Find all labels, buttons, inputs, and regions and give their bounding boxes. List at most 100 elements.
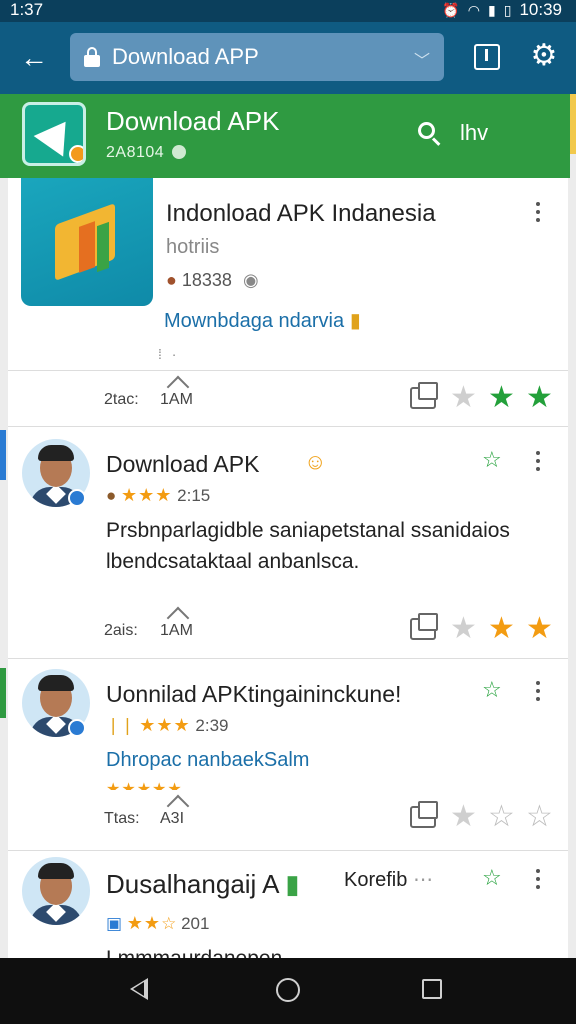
star-icon[interactable]: ★ [488, 381, 515, 415]
info-dot-icon [172, 145, 187, 159]
review-body: Lmmmaurdanepen [106, 947, 283, 959]
status-time-left: 1:37 [10, 0, 44, 19]
nav-home-icon[interactable] [276, 978, 300, 1002]
chevron-up-icon[interactable] [166, 796, 190, 810]
scroll-accent [570, 94, 576, 154]
star-icon[interactable]: ★ [450, 612, 477, 646]
app-developer: hotriis [166, 236, 220, 258]
chevron-down-icon[interactable]: ﹀ [414, 47, 430, 71]
search-icon[interactable] [418, 122, 441, 146]
more-options-icon[interactable] [534, 869, 542, 893]
gear-icon[interactable]: ⚙ [528, 40, 560, 72]
star-icon[interactable]: ☆ [526, 800, 553, 834]
verified-badge-icon [68, 719, 86, 737]
app-card-actions: 2tac: 1AM ★ ★ ★ [8, 370, 568, 426]
battery-icon: ▯ [503, 1, 512, 18]
coin-icon: ● [106, 486, 117, 505]
system-nav-bar [0, 958, 576, 1024]
review-title: Download APK [106, 451, 260, 477]
more-options-icon[interactable] [534, 451, 542, 475]
copy-icon[interactable] [410, 382, 438, 409]
app-card[interactable]: Indonload APK Indanesia hotriis ● 18338 … [8, 178, 568, 370]
badge-icon: ❘❘ [106, 716, 135, 735]
review-meta-text: 2:15 [177, 486, 211, 505]
favorite-star-icon[interactable]: ☆ [482, 677, 502, 703]
page-header: Download APK 2A8104 lhv [0, 94, 570, 178]
review-title: Uonnilad APKtingaininckune! [106, 681, 402, 707]
favorite-star-icon[interactable]: ☆ [482, 865, 502, 891]
star-icon[interactable]: ★ [488, 612, 515, 646]
signal-icon: ▮ [488, 1, 496, 18]
review-side-label: Korefib ⋯ [344, 867, 433, 892]
more-dots: ⁞ · [158, 346, 180, 362]
globe-icon: ◉ [242, 270, 259, 290]
review-meta: ▣ ★★☆ 201 [106, 913, 209, 934]
tag-icon: ▮ [349, 310, 361, 332]
favorite-star-icon[interactable]: ☆ [482, 447, 502, 473]
copy-icon[interactable] [410, 613, 438, 640]
copy-icon[interactable] [410, 801, 438, 828]
action-label: 1AM [160, 622, 193, 639]
address-bar[interactable]: Download APP ﹀ [70, 33, 444, 81]
tag-icon: ▮ [285, 869, 300, 899]
chevron-up-icon[interactable] [166, 377, 190, 391]
star-icon[interactable]: ★ [450, 800, 477, 834]
review-body: Prsbnparlagidble saniapetstanal ssanidai… [106, 519, 510, 573]
emoji-icon: ☺ [304, 449, 327, 474]
more-options-icon[interactable] [534, 202, 542, 226]
action-time: 2tac: [104, 391, 139, 408]
review-item[interactable]: Dusalhangaij A ▮ Korefib ⋯ ☆ ▣ ★★☆ 201 L… [8, 850, 568, 959]
app-title[interactable]: Indonload APK Indanesia [166, 200, 436, 228]
star-icon[interactable]: ★ [526, 612, 553, 646]
back-arrow-icon[interactable]: ← [16, 40, 52, 76]
app-logo [22, 102, 86, 166]
tabs-icon[interactable] [474, 44, 500, 70]
star-icon[interactable]: ★ [450, 381, 477, 415]
review-meta: ● ★★★ 2:15 [106, 485, 210, 506]
status-bar: 1:37 ⏰ ◠ ▮ ▯ 10:39 [0, 0, 576, 22]
more-options-icon[interactable] [534, 681, 542, 705]
app-link-text[interactable]: Mownbdaga ndarvia [164, 310, 344, 332]
status-icons: ⏰ ◠ ▮ ▯ 10:39 [442, 0, 562, 20]
nav-back-icon[interactable] [130, 978, 148, 1000]
review-meta-text: 201 [181, 914, 210, 933]
review-meta: ❘❘ ★★★ 2:39 [106, 715, 228, 736]
search-label[interactable]: lhv [460, 120, 488, 146]
nav-recents-icon[interactable] [422, 979, 442, 999]
chevron-up-icon[interactable] [166, 608, 190, 622]
thumbs-up-icon: ▣ [106, 914, 123, 933]
page-title: Download APK [106, 106, 280, 136]
review-actions: Ttas: A3I ★ ☆ ☆ [8, 790, 568, 850]
page-subtitle: 2A8104 [106, 144, 187, 162]
half-star-icon: ☆ [161, 914, 177, 933]
coin-icon: ● [166, 270, 177, 290]
subtitle-text: 2A8104 [106, 144, 165, 161]
more-dots: ⋯ [412, 869, 433, 891]
side-accent [0, 668, 6, 718]
star-icon[interactable]: ☆ [488, 800, 515, 834]
address-text: Download APP [112, 44, 259, 69]
app-stats-value: 18338 [181, 270, 232, 290]
browser-toolbar: ← Download APP ﹀ ⚙ [0, 22, 576, 94]
alarm-icon: ⏰ [442, 1, 460, 18]
star-icon[interactable]: ★ [526, 381, 553, 415]
app-link[interactable]: Mownbdaga ndarvia ▮ [164, 308, 361, 333]
action-label: A3I [160, 810, 185, 827]
rating-stars: ★★ [126, 913, 162, 933]
verified-badge-icon [68, 489, 86, 507]
review-link[interactable]: Dhropac nanbaekSalm [106, 749, 309, 772]
action-time: 2ais: [104, 622, 138, 639]
avatar[interactable] [22, 857, 90, 925]
app-stats: ● 18338 ◉ [166, 270, 259, 291]
review-item[interactable]: Download APK ☺ ☆ ● ★★★ 2:15 Prsbnparlagi… [8, 426, 568, 602]
review-meta-text: 2:39 [195, 716, 229, 735]
status-time-right: 10:39 [519, 0, 562, 19]
rating-stars: ★★★ [121, 485, 173, 505]
action-time: Ttas: [104, 810, 140, 827]
rating-stars: ★★★ [139, 715, 191, 735]
review-title-text: Dusalhangaij A [106, 869, 279, 899]
review-item[interactable]: Uonnilad APKtingaininckune! ☆ ❘❘ ★★★ 2:3… [8, 658, 568, 798]
side-accent [0, 430, 6, 480]
lock-icon [84, 47, 100, 67]
wifi-icon: ◠ [467, 1, 481, 18]
